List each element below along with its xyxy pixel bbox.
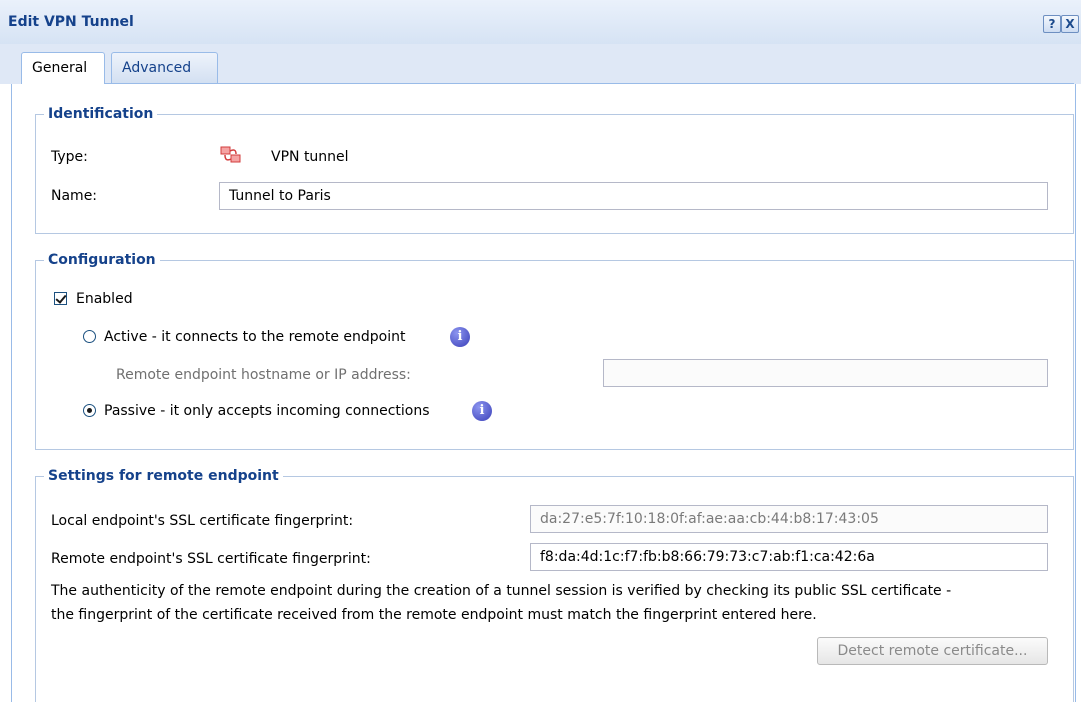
identification-legend: Identification xyxy=(44,104,158,124)
passive-radio[interactable] xyxy=(83,404,96,417)
tab-advanced[interactable]: Advanced xyxy=(111,52,218,83)
active-radio[interactable] xyxy=(83,330,96,343)
active-info-icon[interactable]: i xyxy=(450,327,470,347)
identification-fieldset: Identification Type: VPN tunnel Name: Tu… xyxy=(35,104,1074,234)
remote-fingerprint-input[interactable]: f8:da:4d:1c:f7:fb:b8:66:79:73:c7:ab:f1:c… xyxy=(530,543,1048,571)
tab-general[interactable]: General xyxy=(21,52,105,84)
name-input[interactable]: Tunnel to Paris xyxy=(219,182,1048,210)
enabled-checkbox[interactable] xyxy=(54,292,67,305)
configuration-legend: Configuration xyxy=(44,250,160,270)
passive-label[interactable]: Passive - it only accepts incoming conne… xyxy=(104,402,430,420)
remote-settings-fieldset: Settings for remote endpoint Local endpo… xyxy=(35,466,1074,702)
type-label: Type: xyxy=(51,149,88,165)
detect-remote-certificate-button[interactable]: Detect remote certificate... xyxy=(817,637,1048,665)
passive-info-icon[interactable]: i xyxy=(472,401,492,421)
local-fingerprint-label: Local endpoint's SSL certificate fingerp… xyxy=(51,513,354,529)
active-label[interactable]: Active - it connects to the remote endpo… xyxy=(104,328,405,346)
remote-fingerprint-label: Remote endpoint's SSL certificate finger… xyxy=(51,551,371,567)
enabled-label[interactable]: Enabled xyxy=(76,290,133,308)
fingerprint-description: The authenticity of the remote endpoint … xyxy=(51,579,1051,627)
tab-panel-general: Identification Type: VPN tunnel Name: Tu… xyxy=(11,84,1076,702)
fingerprint-description-line1: The authenticity of the remote endpoint … xyxy=(51,583,952,599)
remote-host-label: Remote endpoint hostname or IP address: xyxy=(116,367,411,383)
window-title: Edit VPN Tunnel xyxy=(8,14,134,30)
vpn-tunnel-icon xyxy=(220,146,241,163)
window-titlebar: Edit VPN Tunnel ? X xyxy=(0,0,1081,45)
remote-host-input[interactable] xyxy=(603,359,1048,387)
configuration-fieldset: Configuration Enabled Active - it connec… xyxy=(35,250,1074,450)
type-value: VPN tunnel xyxy=(271,149,349,165)
remote-settings-legend: Settings for remote endpoint xyxy=(44,466,283,486)
name-label: Name: xyxy=(51,188,98,204)
help-icon[interactable]: ? xyxy=(1043,15,1061,33)
local-fingerprint-input[interactable]: da:27:e5:7f:10:18:0f:af:ae:aa:cb:44:b8:1… xyxy=(530,505,1048,533)
fingerprint-description-line2: the fingerprint of the certificate recei… xyxy=(51,607,817,623)
close-icon[interactable]: X xyxy=(1061,15,1079,33)
